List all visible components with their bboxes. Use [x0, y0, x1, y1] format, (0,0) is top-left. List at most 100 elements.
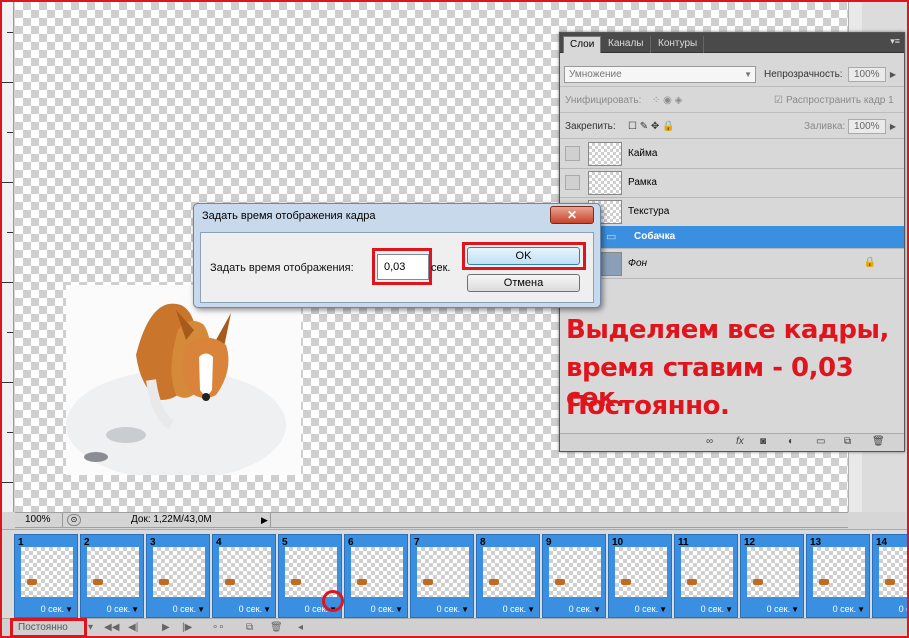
- layer-name: Текстура: [628, 206, 670, 217]
- unify-label: Унифицировать:: [565, 95, 642, 106]
- frame-thumbnail: [813, 547, 865, 597]
- animation-frame[interactable]: 11 0 сек.▼: [674, 534, 738, 618]
- first-frame-icon[interactable]: ◀◀: [104, 621, 119, 635]
- animation-frame[interactable]: 80 сек.▼: [476, 534, 540, 618]
- lock-icons[interactable]: ☐ ✎ ✥ 🔒: [628, 120, 675, 134]
- layer-name: Фон: [628, 258, 648, 269]
- layer-row[interactable]: Кайма: [560, 140, 904, 169]
- animation-frame[interactable]: 70 сек.▼: [410, 534, 474, 618]
- layer-name: Собачка: [634, 231, 676, 242]
- chevron-right-icon: ▶: [889, 122, 896, 131]
- frame-delay[interactable]: 0 сек.▼: [767, 604, 799, 614]
- layer-name: Кайма: [628, 148, 658, 159]
- frame-delay[interactable]: 0 сек.▼: [569, 604, 601, 614]
- unify-icons[interactable]: ⁘ ◉ ◈: [652, 94, 682, 108]
- zoom-preview-icon[interactable]: ⊙: [67, 514, 81, 526]
- new-layer-icon[interactable]: ⧉: [844, 436, 851, 447]
- animation-frame[interactable]: 30 сек.▼: [146, 534, 210, 618]
- lock-row: Закрепить: ☐ ✎ ✥ 🔒 Заливка: 100% ▶: [560, 115, 904, 139]
- frame-delay[interactable]: 0 сек.▼: [899, 604, 907, 614]
- prev-frame-icon[interactable]: ◀|: [128, 621, 138, 635]
- fill-field[interactable]: 100% ▶: [848, 119, 896, 134]
- fx-icon[interactable]: fx: [736, 436, 744, 447]
- frame-delay[interactable]: 0 сек.▼: [173, 604, 205, 614]
- tween-icon[interactable]: ∘∘: [212, 621, 225, 635]
- frame-thumbnail: [615, 547, 667, 597]
- frame-delay[interactable]: 0 сек.▼: [635, 604, 667, 614]
- layer-name: Рамка: [628, 177, 657, 188]
- blend-mode-value: Умножение: [569, 69, 622, 80]
- annotation-line: Выделяем все кадры,: [566, 315, 889, 345]
- layer-row[interactable]: Текстура: [560, 198, 904, 227]
- propagate-checkbox[interactable]: ☑: [774, 94, 783, 108]
- layers-panel: Слои Каналы Контуры ▾≡ Умножение ▼ Непро…: [559, 32, 905, 452]
- frame-thumbnail: [417, 547, 469, 597]
- opacity-value: 100%: [854, 69, 880, 80]
- animation-frame[interactable]: 90 сек.▼: [542, 534, 606, 618]
- delay-input[interactable]: 0,03: [377, 254, 429, 280]
- frame-thumbnail: [87, 547, 139, 597]
- adjustment-icon[interactable]: ◐: [788, 436, 794, 447]
- animation-frame[interactable]: 40 сек.▼: [212, 534, 276, 618]
- unify-row: Унифицировать: ⁘ ◉ ◈ ☑ Распространить ка…: [560, 89, 904, 113]
- mask-icon[interactable]: ◙: [760, 436, 766, 447]
- annotation-line: Постоянно.: [566, 391, 730, 421]
- opacity-field[interactable]: 100% ▶: [848, 67, 896, 82]
- frame-delay[interactable]: 0 сек.▼: [239, 604, 271, 614]
- blend-mode-select[interactable]: Умножение ▼: [564, 66, 756, 83]
- frame-delay[interactable]: 0 сек.▼: [107, 604, 139, 614]
- panel-tabs: Слои Каналы Контуры ▾≡: [560, 33, 904, 53]
- tab-channels[interactable]: Каналы: [602, 36, 651, 53]
- layer-row[interactable]: Рамка: [560, 169, 904, 198]
- layer-thumbnail: [588, 171, 622, 195]
- animation-frame[interactable]: 10 0 сек.▼: [608, 534, 672, 618]
- frame-delay[interactable]: 0 сек.▼: [41, 604, 73, 614]
- animation-frame[interactable]: 13 0 сек.▼: [806, 534, 870, 618]
- tab-layers[interactable]: Слои: [563, 36, 602, 53]
- panel-menu-icon[interactable]: ▾≡: [890, 36, 900, 47]
- chevron-down-icon[interactable]: ▾: [88, 621, 93, 635]
- animation-frame[interactable]: 12 0 сек.▼: [740, 534, 804, 618]
- animation-frame[interactable]: 140 сек.▼: [872, 534, 907, 618]
- trash-icon[interactable]: 🗑: [270, 621, 283, 635]
- layer-row-selected[interactable]: ▸ ▭ Собачка: [560, 226, 904, 249]
- tab-paths[interactable]: Контуры: [652, 36, 705, 53]
- status-menu-arrow-icon[interactable]: ▶: [261, 515, 268, 526]
- dialog-body: Задать время отображения: 0,03 сек. OK О…: [200, 232, 594, 303]
- visibility-toggle[interactable]: [565, 175, 580, 190]
- frame-delay[interactable]: 0 сек.▼: [437, 604, 469, 614]
- zoom-level[interactable]: 100%: [15, 513, 63, 527]
- frame-thumbnail: [483, 547, 535, 597]
- animation-frame[interactable]: 60 сек.▼: [344, 534, 408, 618]
- animation-frame[interactable]: 20 сек.▼: [80, 534, 144, 618]
- close-button[interactable]: ✕: [550, 206, 594, 224]
- link-icon[interactable]: ∞: [706, 436, 713, 447]
- frame-delay[interactable]: 0 сек.▼: [701, 604, 733, 614]
- chevron-right-icon: ▶: [889, 70, 896, 79]
- scroll-left-icon[interactable]: ◂: [298, 621, 303, 635]
- frame-delay[interactable]: 0 сек.▼: [371, 604, 403, 614]
- dog-image: [66, 285, 301, 475]
- frame-thumbnail: [351, 547, 403, 597]
- opacity-label: Непрозрачность:: [764, 69, 843, 80]
- frame-thumbnail: [219, 547, 271, 597]
- duplicate-frame-icon[interactable]: ⧉: [246, 621, 253, 635]
- frame-thumbnail: [681, 547, 733, 597]
- frame-delay[interactable]: 0 сек.▼: [833, 604, 865, 614]
- next-frame-icon[interactable]: |▶: [182, 621, 192, 635]
- frame-thumbnail: [549, 547, 601, 597]
- layer-row[interactable]: Фон 🔒: [560, 250, 904, 279]
- delay-dropdown-highlight: [322, 590, 344, 612]
- status-bar: 100% ⊙ Док: 1,22M/43,0M ▶: [15, 512, 848, 528]
- ok-button[interactable]: OK: [467, 247, 580, 265]
- visibility-toggle[interactable]: [565, 146, 580, 161]
- play-icon[interactable]: ▶: [162, 621, 170, 635]
- cancel-button[interactable]: Отмена: [467, 274, 580, 292]
- loop-select[interactable]: Постоянно: [14, 621, 84, 635]
- folder-icon[interactable]: ▭: [816, 436, 825, 447]
- horizontal-scrollbar[interactable]: [275, 515, 835, 525]
- frame-delay[interactable]: 0 сек.▼: [503, 604, 535, 614]
- animation-frame[interactable]: 10 сек.▼: [14, 534, 78, 618]
- lock-label: Закрепить:: [565, 121, 616, 132]
- trash-icon[interactable]: 🗑: [872, 436, 885, 447]
